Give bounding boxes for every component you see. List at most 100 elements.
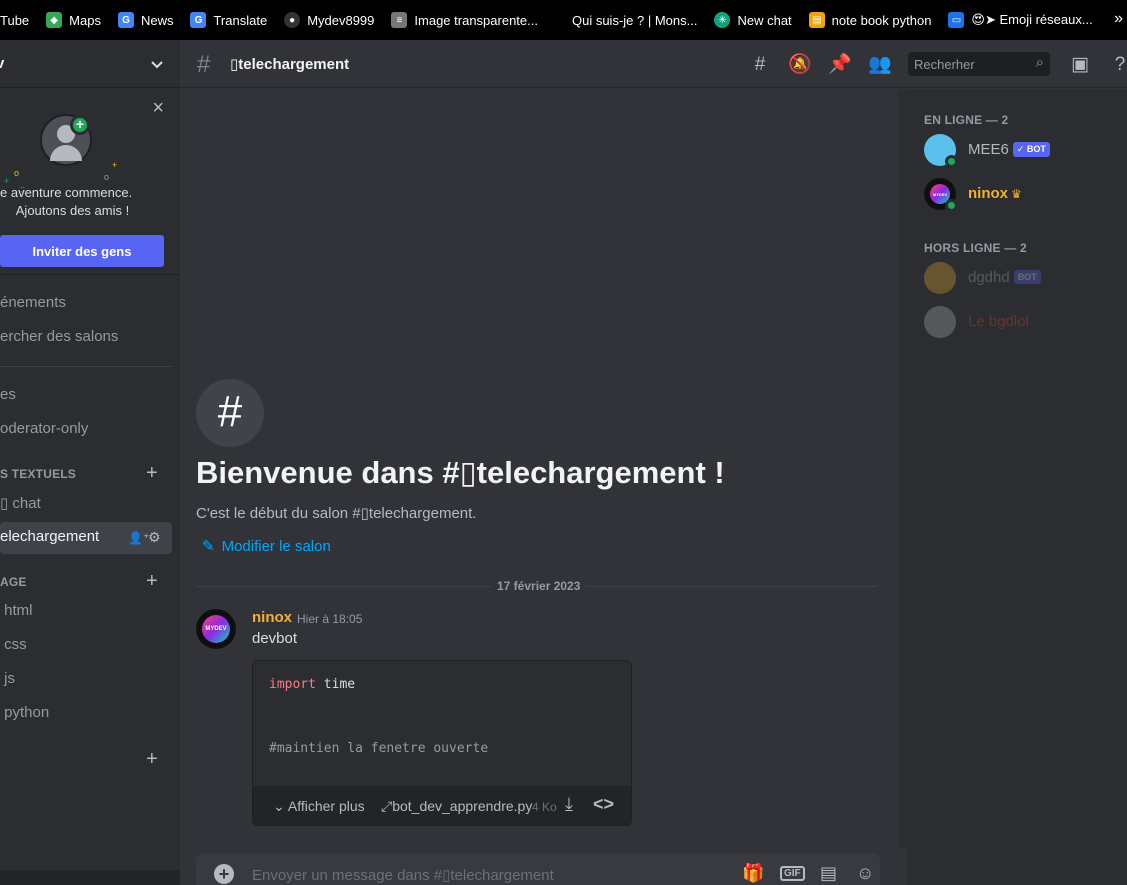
invite-people-button[interactable]: Inviter des gens xyxy=(0,235,164,267)
add-attachment-icon[interactable]: + xyxy=(214,864,234,884)
pencil-icon: ✎ xyxy=(202,538,215,555)
bookmark-label: Image transparente... xyxy=(414,12,538,28)
search-icon: ⌕ xyxy=(1035,54,1044,71)
bookmark-label: News xyxy=(140,12,174,28)
avatar[interactable]: MYDEV xyxy=(196,609,236,649)
sparkle-icon: o xyxy=(14,168,20,178)
composer-placeholder: Envoyer un message dans #▯telechargement xyxy=(252,867,554,884)
category-langage[interactable]: AGE xyxy=(0,575,27,589)
member-name-text: ninox xyxy=(968,185,1008,202)
members-icon[interactable]: 👥 xyxy=(868,53,892,77)
add-channel-icon[interactable]: + xyxy=(146,462,158,485)
category-text-channels[interactable]: S TEXTUELS xyxy=(0,467,76,481)
attachment-footer: ⌄ Afficher plus ⤢bot_dev_apprendre.py 4 … xyxy=(253,786,631,825)
bookmark-label: Qui suis-je ? | Mons... xyxy=(571,12,698,28)
message-timestamp: Hier à 18:05 xyxy=(297,612,363,626)
layers-icon: ≡ xyxy=(391,12,408,28)
bookmark-news[interactable]: G News xyxy=(117,12,174,28)
bookmark-label: Tube xyxy=(0,12,30,28)
nav-events[interactable]: énements xyxy=(0,294,66,311)
message-composer[interactable]: + Envoyer un message dans #▯telechargeme… xyxy=(196,853,880,885)
bookmarks-more-icon[interactable]: » xyxy=(1114,10,1123,28)
mute-bell-icon[interactable]: 🔕 xyxy=(788,53,812,77)
channel-js[interactable]: js xyxy=(0,670,15,687)
invite-line1: ne aventure commence. xyxy=(0,185,133,200)
bookmark-image-transparente[interactable]: ≡ Image transparente... xyxy=(391,12,538,28)
search-input[interactable]: Recherher ⌕ xyxy=(908,52,1050,76)
invite-line2: Ajoutons des amis ! xyxy=(15,203,130,218)
avatar xyxy=(924,306,956,338)
bookmark-emoji[interactable]: ▭ 😍➤ Emoji réseaux... xyxy=(948,12,1093,28)
offline-header: HORS LIGNE — 2 xyxy=(924,241,1027,255)
member-mee6[interactable]: MEE6 ✓ BOT xyxy=(924,134,1124,168)
invite-member-icon[interactable]: 👤⁺ xyxy=(128,531,149,545)
gift-icon[interactable]: 🎁 xyxy=(742,863,764,884)
bookmark-label: note book python xyxy=(831,12,932,28)
close-icon[interactable]: × xyxy=(152,98,164,118)
maps-icon: ◆ xyxy=(46,12,63,28)
server-name: v xyxy=(0,55,5,72)
expand-button[interactable]: ⌄ Afficher plus xyxy=(273,798,365,815)
pin-icon[interactable]: 📌 xyxy=(828,53,852,77)
nav-browse-channels[interactable]: ercher des salons xyxy=(0,328,118,345)
member-name: ninox ♛ xyxy=(968,185,1022,202)
bookmark-translate[interactable]: G Translate xyxy=(190,12,267,28)
emoji-icon: ▭ xyxy=(948,12,965,28)
channel-moderator-only[interactable]: oderator-only xyxy=(0,420,88,437)
bookmark-github[interactable]: ● Mydev8999 xyxy=(284,12,374,28)
gif-button[interactable]: GIF xyxy=(780,866,805,881)
channel-html[interactable]: html xyxy=(0,602,32,619)
news-icon: G xyxy=(117,12,134,28)
avatar-text: MYDEV xyxy=(202,615,230,643)
help-icon[interactable]: ? xyxy=(1108,53,1127,77)
member-ninox[interactable]: MYDEV ninox ♛ xyxy=(924,178,1124,212)
attachment-filename[interactable]: ⤢bot_dev_apprendre.py xyxy=(381,798,532,815)
channel-css[interactable]: css xyxy=(0,636,27,653)
channel-label: python xyxy=(4,704,50,721)
channel-rules[interactable]: es xyxy=(0,386,16,403)
online-header: EN LIGNE — 2 xyxy=(924,113,1009,127)
emoji-icon[interactable]: ☺ xyxy=(856,863,874,884)
edit-channel-link[interactable]: ✎ Modifier le salon xyxy=(202,537,331,555)
channel-label: elechargement xyxy=(0,528,100,545)
add-friend-icon: + xyxy=(70,115,90,135)
hashtag-icon: # xyxy=(196,379,264,447)
bot-badge: ✓ BOT xyxy=(1012,142,1050,157)
bookmark-youtube[interactable]: Tube xyxy=(0,12,29,28)
channel-sidebar: v × + o :: o + + ne aventure commence. A… xyxy=(0,40,180,885)
date-divider-label: 17 février 2023 xyxy=(491,579,587,593)
channel-topbar: # ▯telechargement # 🔕 📌 👥 Recherher ⌕ ▣ … xyxy=(180,40,1127,88)
inbox-icon[interactable]: ▣ xyxy=(1068,53,1092,77)
chevron-down-icon: ⌄ xyxy=(273,798,288,814)
add-channel-icon[interactable]: + xyxy=(146,570,158,593)
member-name: dgdhd BOT xyxy=(968,269,1041,286)
chat-scrollbar[interactable] xyxy=(898,89,906,849)
bookmark-label: 😍➤ Emoji réseaux... xyxy=(971,12,1093,27)
gear-icon[interactable]: ⚙ xyxy=(148,529,161,546)
code-line: import time xyxy=(269,677,355,692)
bookmark-label: New chat xyxy=(737,12,792,28)
attachment-size: 4 Ko xyxy=(532,800,557,814)
bookmark-notebook-python[interactable]: ▤ note book python xyxy=(808,12,932,28)
welcome-title: Bienvenue dans #▯telechargement ! xyxy=(196,455,725,490)
add-category-icon[interactable]: + xyxy=(146,748,158,771)
threads-icon[interactable]: # xyxy=(748,53,772,77)
sticker-icon[interactable]: ▤ xyxy=(820,863,837,884)
notebook-icon: ▤ xyxy=(808,12,825,28)
member-list: EN LIGNE — 2 MEE6 ✓ BOT MYDEV ninox ♛ HORS… xyxy=(906,89,1127,885)
member-le-bgdlol[interactable]: Le bgdlol xyxy=(924,306,1124,338)
member-dgdhd[interactable]: dgdhd BOT xyxy=(924,262,1124,294)
welcome-subtitle: C'est le début du salon #▯telechargement… xyxy=(196,505,477,522)
message-author[interactable]: ninox xyxy=(252,609,292,626)
code-view-icon[interactable]: <> xyxy=(593,794,614,815)
download-icon[interactable]: ⤓ xyxy=(565,794,573,815)
server-header[interactable]: v xyxy=(0,40,180,88)
sparkle-icon: o xyxy=(104,172,110,182)
channel-label: chat xyxy=(12,495,41,512)
bookmark-qui-suis-je[interactable]: Qui suis-je ? | Mons... xyxy=(560,12,698,28)
channel-chat[interactable]: ▯ chat xyxy=(0,494,41,512)
bookmark-maps[interactable]: ◆ Maps xyxy=(46,12,101,28)
channel-python[interactable]: python xyxy=(0,704,49,721)
channel-telechargement[interactable]: elechargement 👤⁺ ⚙ xyxy=(0,522,172,554)
bookmark-new-chat[interactable]: ✳ New chat xyxy=(714,12,792,28)
